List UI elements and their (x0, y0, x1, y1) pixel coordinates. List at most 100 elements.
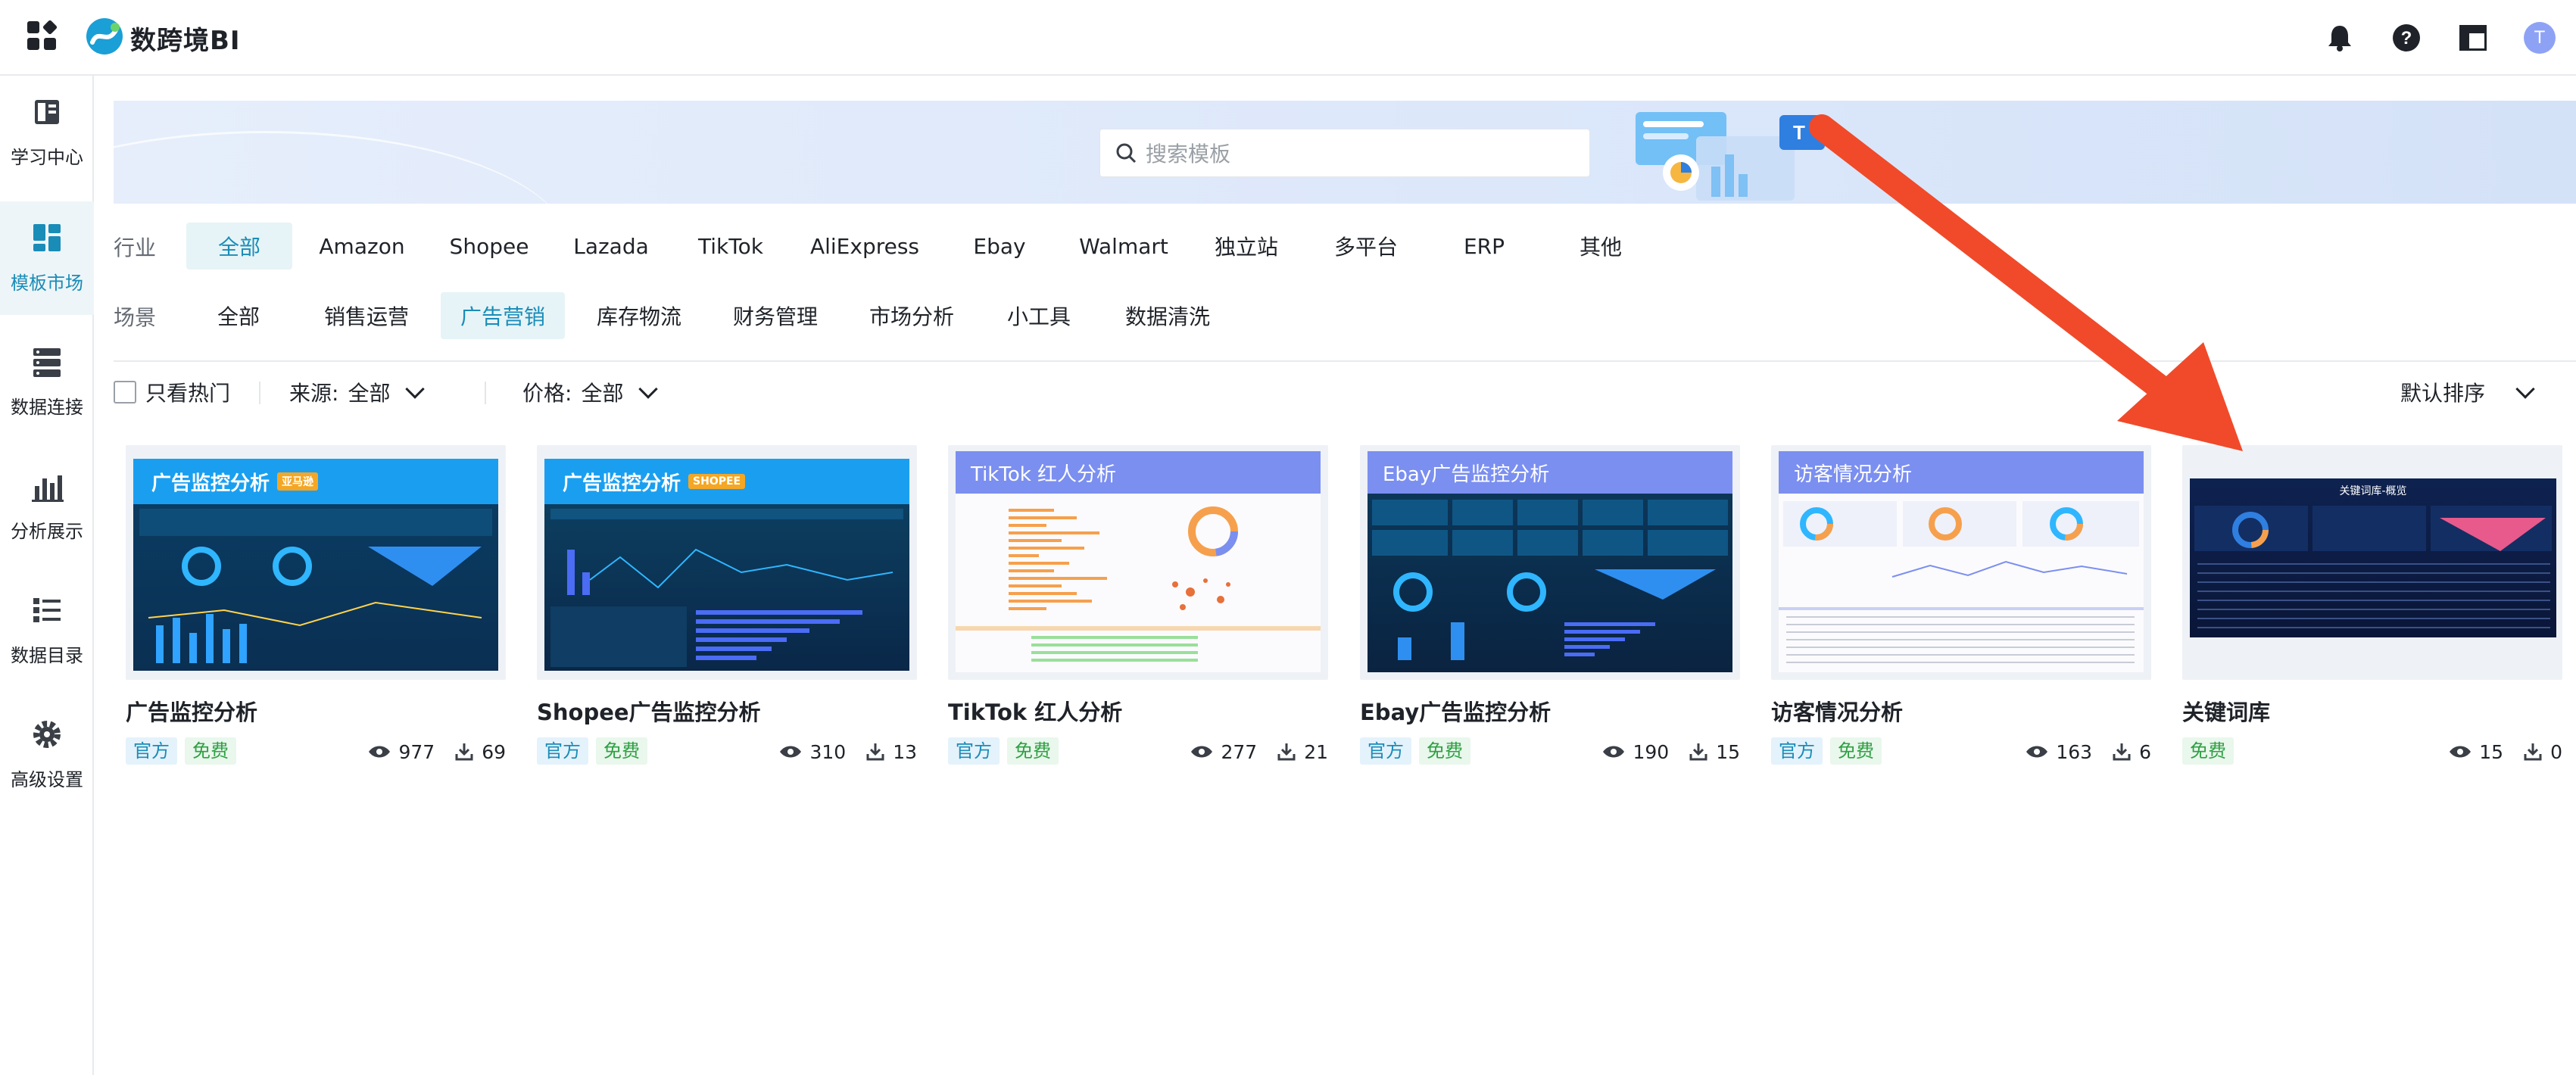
top-bar: 数跨境BI ? T (0, 0, 2576, 76)
scene-chip-inventory[interactable]: 库存物流 (583, 292, 695, 339)
scene-filter-label: 场景 (114, 305, 157, 330)
divider (114, 360, 2576, 362)
scene-chip-all[interactable]: 全部 (198, 292, 279, 339)
view-count: 190 (1633, 740, 1670, 763)
industry-chip-all[interactable]: 全部 (186, 223, 292, 270)
industry-chip-tiktok[interactable]: TikTok (681, 223, 780, 270)
eye-icon (1603, 746, 1625, 758)
free-badge: 免费 (2182, 737, 2234, 765)
template-card[interactable]: 广告监控分析 亚马逊 广告监控分析 官方 免费 977 69 (126, 445, 506, 766)
hot-only-checkbox[interactable]: 只看热门 (114, 375, 230, 409)
view-count: 15 (2479, 740, 2504, 763)
download-icon (866, 743, 884, 761)
download-count: 69 (482, 740, 506, 763)
free-badge: 免费 (596, 737, 647, 765)
layout-icon[interactable] (2456, 21, 2490, 55)
scene-chip-market[interactable]: 市场分析 (856, 292, 968, 339)
industry-chip-aliexpress[interactable]: AliExpress (803, 223, 927, 270)
view-count: 310 (809, 740, 847, 763)
svg-text:T: T (1793, 121, 1805, 144)
catalog-list-icon (33, 598, 61, 622)
industry-chip-walmart[interactable]: Walmart (1071, 223, 1177, 270)
template-thumbnail[interactable]: 广告监控分析 SHOPEE (537, 445, 917, 680)
template-thumbnail[interactable]: Ebay广告监控分析 (1360, 445, 1740, 680)
industry-chip-lazada[interactable]: Lazada (562, 223, 660, 270)
eye-icon (2450, 746, 2472, 758)
download-icon (2524, 743, 2542, 761)
sidebar: 学习中心 模板市场 数据连接 分析展示 数据目录 高级设置 (0, 76, 94, 1075)
brand-logo-icon (86, 18, 123, 55)
chevron-down-icon (2515, 379, 2535, 399)
apps-grid-icon[interactable] (27, 19, 58, 51)
scene-chip-advertising[interactable]: 广告营销 (441, 292, 565, 339)
industry-chip-other[interactable]: 其他 (1557, 223, 1645, 270)
divider (259, 382, 260, 404)
template-card[interactable]: 访客情况分析 访客情况分析 官方 免费 163 6 (1771, 445, 2151, 766)
data-connect-icon (33, 348, 61, 377)
sidebar-item-data-connect[interactable]: 数据连接 (0, 326, 94, 439)
industry-chip-amazon[interactable]: Amazon (312, 223, 412, 270)
download-count: 21 (1304, 740, 1328, 763)
gear-icon (33, 721, 61, 748)
official-badge: 官方 (126, 737, 177, 765)
eye-icon (2026, 746, 2048, 758)
search-input[interactable]: 搜索模板 (1099, 129, 1590, 177)
sidebar-item-analysis[interactable]: 分析展示 (0, 450, 94, 563)
scene-chip-data-cleaning[interactable]: 数据清洗 (1112, 292, 1224, 339)
template-thumbnail[interactable]: TikTok 红人分析 (948, 445, 1328, 680)
official-badge: 官方 (1771, 737, 1823, 765)
free-badge: 免费 (1830, 737, 1882, 765)
eye-icon (780, 746, 802, 758)
industry-chip-independent[interactable]: 独立站 (1201, 223, 1292, 270)
price-select[interactable]: 价格: 全部 (522, 375, 659, 409)
view-count: 277 (1221, 740, 1258, 763)
industry-filter-label: 行业 (114, 235, 157, 260)
book-icon (35, 100, 59, 124)
help-icon[interactable]: ? (2390, 21, 2423, 55)
source-select[interactable]: 来源: 全部 (289, 375, 426, 409)
template-title[interactable]: 访客情况分析 (1771, 695, 2151, 727)
scene-chip-finance[interactable]: 财务管理 (719, 292, 831, 339)
template-thumbnail[interactable]: 访客情况分析 (1771, 445, 2151, 680)
industry-chip-ebay[interactable]: Ebay (956, 223, 1043, 270)
template-card[interactable]: Ebay广告监控分析 Ebay广告监控分析 官方 免费 190 15 (1360, 445, 1740, 766)
download-icon (1689, 743, 1707, 761)
template-card[interactable]: TikTok 红人分析 TikTok 红人分析 官方 免费 277 21 (948, 445, 1328, 766)
notification-bell-icon[interactable] (2323, 21, 2356, 55)
sidebar-item-learning[interactable]: 学习中心 (0, 76, 94, 189)
view-count: 163 (2056, 740, 2093, 763)
chevron-down-icon (405, 379, 426, 399)
sidebar-item-catalog[interactable]: 数据目录 (0, 574, 94, 687)
template-card[interactable]: 关键词库-概览 关键词库 免费 15 0 (2182, 445, 2562, 766)
official-badge: 官方 (537, 737, 588, 765)
scene-chip-sales[interactable]: 销售运营 (310, 292, 423, 339)
scene-chip-tools[interactable]: 小工具 (992, 292, 1086, 339)
template-card[interactable]: 广告监控分析 SHOPEE Shopee广告监控分析 官方 免费 310 13 (537, 445, 917, 766)
banner-illustration: T (1636, 112, 1825, 201)
industry-chip-erp[interactable]: ERP (1440, 223, 1528, 270)
download-count: 15 (1716, 740, 1740, 763)
eye-icon (369, 746, 391, 758)
sort-select[interactable]: 默认排序 (2400, 375, 2535, 409)
official-badge: 官方 (1360, 737, 1411, 765)
template-title[interactable]: 关键词库 (2182, 695, 2562, 727)
sidebar-item-settings[interactable]: 高级设置 (0, 698, 94, 812)
template-title[interactable]: Shopee广告监控分析 (537, 695, 917, 727)
industry-chip-shopee[interactable]: Shopee (438, 223, 541, 270)
template-title[interactable]: 广告监控分析 (126, 695, 506, 727)
bar-analysis-icon (32, 475, 64, 502)
template-title[interactable]: TikTok 红人分析 (948, 695, 1328, 727)
download-count: 13 (893, 740, 917, 763)
view-count: 977 (398, 740, 435, 763)
template-thumbnail[interactable]: 广告监控分析 亚马逊 (126, 445, 506, 680)
template-title[interactable]: Ebay广告监控分析 (1360, 695, 1740, 727)
sidebar-item-template-market[interactable]: 模板市场 (0, 201, 94, 315)
eye-icon (1191, 746, 1213, 758)
template-thumbnail[interactable]: 关键词库-概览 (2182, 445, 2562, 680)
checkbox-box[interactable] (114, 381, 136, 404)
industry-chip-multiplatform[interactable]: 多平台 (1321, 223, 1411, 270)
banner-decoration (114, 131, 568, 204)
download-count: 6 (2139, 740, 2151, 763)
official-badge: 官方 (948, 737, 1000, 765)
user-avatar[interactable]: T (2523, 21, 2556, 55)
